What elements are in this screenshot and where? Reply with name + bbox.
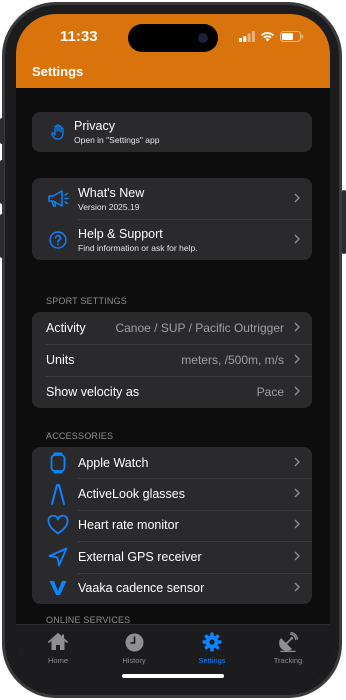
- tab-history-label: History: [122, 656, 146, 665]
- chevron-right-icon: [292, 321, 300, 335]
- privacy-subtitle: Open in "Settings" app: [74, 135, 160, 145]
- question-circle-icon: [44, 230, 72, 249]
- whats-new-title: What's New: [78, 185, 145, 200]
- volume-up-button: [0, 160, 4, 204]
- watch-icon: [44, 452, 72, 474]
- power-button: [342, 190, 346, 254]
- units-label: Units: [46, 353, 75, 367]
- megaphone-icon: [44, 189, 72, 208]
- signal-icon: [239, 31, 255, 42]
- privacy-title: Privacy: [74, 119, 115, 133]
- camera-icon: [198, 33, 208, 43]
- activelook-label: ActiveLook glasses: [78, 487, 186, 502]
- heart-icon: [44, 515, 72, 535]
- chevron-right-icon: [292, 487, 300, 501]
- external-gps-row[interactable]: External GPS receiver: [32, 541, 312, 572]
- external-gps-label: External GPS receiver: [78, 549, 202, 564]
- tab-home-label: Home: [47, 656, 68, 665]
- page-title: Settings: [32, 64, 84, 79]
- heart-rate-label: Heart rate monitor: [78, 518, 179, 533]
- vaaka-label: Vaaka cadence sensor: [78, 581, 205, 596]
- status-icons: [239, 31, 304, 42]
- privacy-group: Privacy Open in "Settings" app: [32, 112, 312, 152]
- apple-watch-label: Apple Watch: [78, 455, 149, 470]
- info-group: What's New Version 2025.19 Help & Suppor: [32, 178, 312, 260]
- tab-bar: Home History Settings Tracking: [16, 624, 330, 686]
- velocity-row[interactable]: Show velocity as Pace: [32, 376, 312, 408]
- help-support-row[interactable]: Help & Support Find information or ask f…: [32, 219, 312, 260]
- chevron-right-icon: [292, 518, 300, 532]
- sport-settings-header: SPORT SETTINGS: [46, 296, 127, 306]
- chevron-right-icon: [292, 353, 300, 367]
- tab-settings[interactable]: Settings: [182, 631, 242, 665]
- units-row[interactable]: Units meters, /500m, m/s: [32, 344, 312, 376]
- accessories-header: ACCESSORIES: [46, 431, 114, 441]
- activity-row[interactable]: Activity Canoe / SUP / Pacific Outrigger: [32, 312, 312, 344]
- activelook-icon: [44, 483, 72, 506]
- settings-list[interactable]: Privacy Open in "Settings" app What's Ne…: [16, 88, 330, 625]
- velocity-label: Show velocity as: [46, 385, 140, 399]
- mute-switch: [0, 118, 4, 144]
- clock-icon: [104, 631, 164, 653]
- location-arrow-icon: [44, 547, 72, 567]
- wifi-icon: [261, 32, 274, 42]
- tab-settings-label: Settings: [198, 656, 226, 665]
- chevron-right-icon: [292, 456, 300, 470]
- chevron-right-icon: [292, 581, 300, 595]
- gear-icon: [182, 631, 242, 653]
- whats-new-subtitle: Version 2025.19: [78, 201, 140, 212]
- vaaka-row[interactable]: Vaaka cadence sensor: [32, 572, 312, 604]
- dynamic-island: [128, 24, 218, 52]
- screen: 11:33 Settings Privacy Open in "Settings…: [16, 14, 330, 686]
- status-time: 11:33: [60, 28, 98, 45]
- home-icon: [28, 631, 88, 653]
- volume-down-button: [0, 214, 4, 258]
- tab-tracking[interactable]: Tracking: [258, 631, 318, 665]
- satellite-icon: [258, 631, 318, 653]
- vaaka-icon: [44, 580, 72, 596]
- hand-icon: [44, 124, 72, 140]
- chevron-right-icon: [292, 233, 300, 247]
- chevron-right-icon: [292, 385, 300, 399]
- whats-new-row[interactable]: What's New Version 2025.19: [32, 178, 312, 219]
- heart-rate-row[interactable]: Heart rate monitor: [32, 509, 312, 541]
- activelook-row[interactable]: ActiveLook glasses: [32, 478, 312, 509]
- activity-label: Activity: [46, 321, 86, 335]
- apple-watch-row[interactable]: Apple Watch: [32, 447, 312, 478]
- tab-history[interactable]: History: [104, 631, 164, 665]
- chevron-right-icon: [292, 550, 300, 564]
- velocity-value: Pace: [256, 385, 284, 399]
- activity-value: Canoe / SUP / Pacific Outrigger: [115, 321, 284, 335]
- home-indicator: [122, 674, 224, 678]
- tab-tracking-label: Tracking: [273, 656, 303, 665]
- battery-icon: [280, 31, 304, 42]
- accessories-group: Apple Watch ActiveLook glasses Heart rat…: [32, 447, 312, 604]
- help-support-title: Help & Support: [78, 226, 163, 241]
- chevron-right-icon: [292, 192, 300, 206]
- tab-home[interactable]: Home: [28, 631, 88, 665]
- sport-settings-group: Activity Canoe / SUP / Pacific Outrigger…: [32, 312, 312, 408]
- privacy-row[interactable]: Privacy Open in "Settings" app: [32, 112, 312, 152]
- units-value: meters, /500m, m/s: [181, 353, 284, 367]
- nav-header: 11:33 Settings: [16, 14, 330, 88]
- help-support-subtitle: Find information or ask for help.: [78, 242, 198, 253]
